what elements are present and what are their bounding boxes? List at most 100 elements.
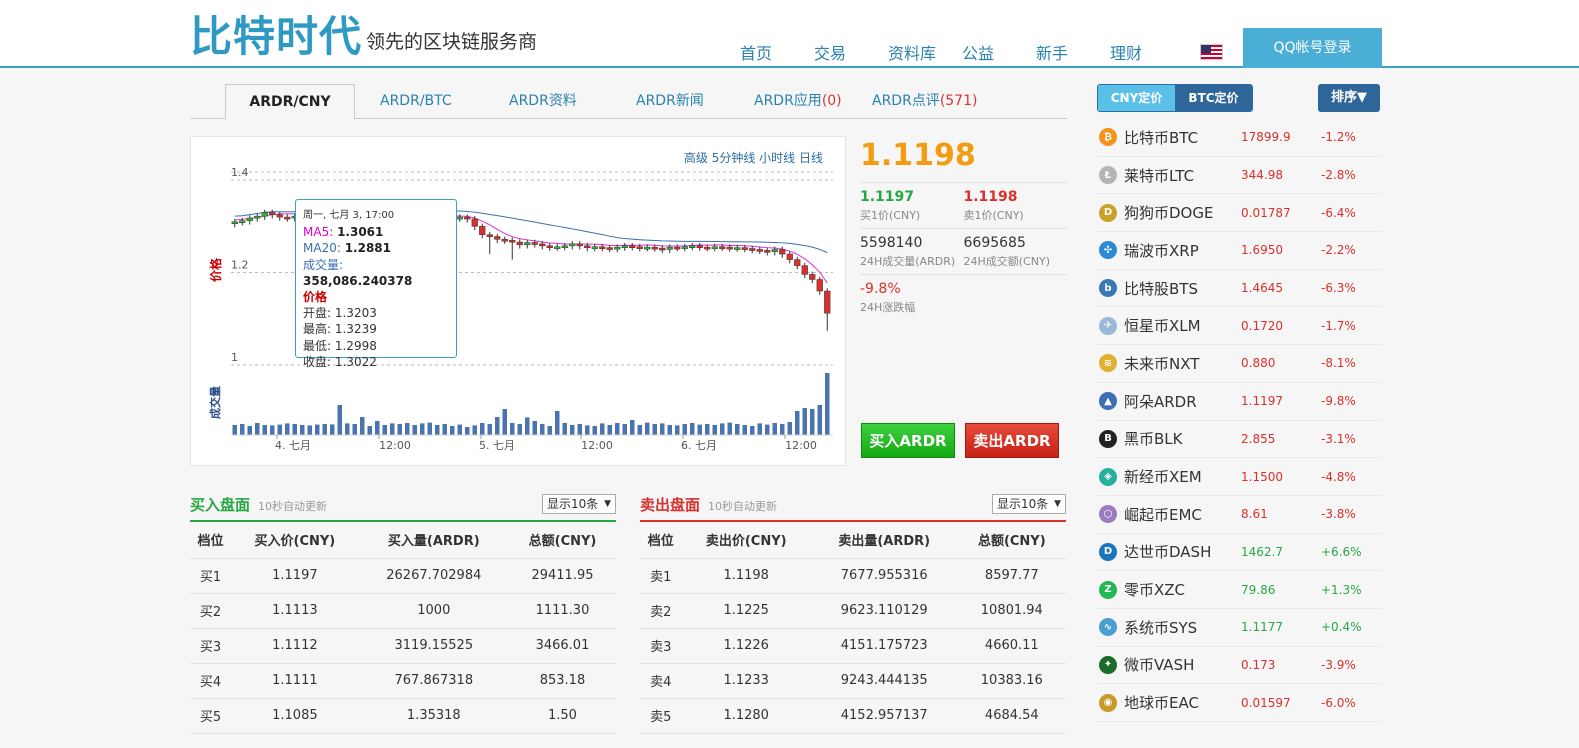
coin-row[interactable]: ₿ 比特币BTC 17899.9 -1.2%: [1097, 119, 1382, 157]
logo-main: 比特时代: [190, 12, 363, 61]
coin-row[interactable]: D 狗狗币DOGE 0.01787 -6.4%: [1097, 194, 1382, 233]
candle: [591, 246, 598, 249]
buy-book-title: 买入盘面: [190, 496, 251, 514]
blackcoin-icon: B: [1099, 429, 1117, 448]
bid-label: 买1价(CNY): [860, 209, 921, 222]
buy-ardr-button[interactable]: 买入ARDR: [861, 423, 955, 458]
volume-bar: [390, 423, 395, 435]
sell-book-rows-select[interactable]: 显示10条: [992, 494, 1066, 514]
sell-ardr-button[interactable]: 卖出ARDR: [965, 423, 1059, 458]
tab-count: (571): [939, 93, 978, 109]
candle: [704, 246, 711, 250]
coin-row[interactable]: ✣ 瑞波币XRP 1.6950 -2.2%: [1097, 232, 1382, 270]
volume-bar: [720, 423, 725, 435]
table-row[interactable]: 买3 1.1112 3119.15525 3466.01: [190, 628, 616, 664]
table-row[interactable]: 买1 1.1197 26267.702984 29411.95: [190, 558, 616, 594]
table-row[interactable]: 买5 1.1085 1.35318 1.50: [190, 698, 616, 734]
table-row[interactable]: 卖2 1.1225 9623.110129 10801.94: [640, 593, 1066, 629]
volume-bar: [742, 425, 747, 435]
volume-bar: [757, 423, 762, 435]
row-price: 1.1112: [231, 628, 359, 664]
volume-bar: [375, 421, 380, 435]
tab-ardr-cny[interactable]: ARDR/CNY: [225, 84, 355, 120]
volume-bar: [472, 425, 477, 435]
tab-ardr-news[interactable]: ARDR新闻: [636, 84, 704, 120]
coin-price: 0.01597: [1241, 695, 1291, 710]
volume-bar: [540, 424, 545, 435]
table-row[interactable]: 买4 1.1111 767.867318 853.18: [190, 663, 616, 699]
coin-price: 0.01787: [1241, 205, 1291, 220]
coin-row[interactable]: ∿ 系统币SYS 1.1177 +0.4%: [1097, 609, 1382, 647]
volume-bar: [307, 425, 312, 435]
coin-row[interactable]: ⬡ 崛起币EMC 8.61 -3.8%: [1097, 496, 1382, 534]
coin-row[interactable]: ◉ 地球币EAC 0.01597 -6.0%: [1097, 684, 1382, 722]
nav-trade[interactable]: 交易: [814, 40, 888, 64]
coin-change: +1.3%: [1321, 582, 1362, 597]
nav-home[interactable]: 首页: [740, 40, 814, 64]
nav-library[interactable]: 资料库: [888, 40, 962, 64]
volume-24h: 5598140: [860, 235, 923, 251]
coin-row[interactable]: ✈ 恒星币XLM 0.1720 -1.7%: [1097, 307, 1382, 346]
table-row[interactable]: 卖4 1.1233 9243.444135 10383.16: [640, 663, 1066, 699]
ask-price: 1.1198: [963, 189, 1018, 205]
coin-row[interactable]: Z 零币XZC 79.86 +1.3%: [1097, 571, 1382, 609]
coin-name: 达世币DASH: [1124, 543, 1212, 562]
candlestick-chart[interactable]: 1 1.2 1.4 价格成交量 4. 七月 12:00 5. 七月 12:00 6. 七月 12:…: [191, 137, 847, 467]
coin-change: -3.1%: [1321, 431, 1356, 446]
table-row[interactable]: 卖5 1.1280 4152.957137 4684.54: [640, 698, 1066, 734]
us-flag-icon[interactable]: [1200, 44, 1223, 60]
volume-bar: [810, 409, 815, 435]
coin-change: -3.9%: [1321, 657, 1356, 672]
candle: [644, 246, 651, 250]
tooltip-volume-label: 成交量:: [303, 257, 344, 272]
sort-button[interactable]: 排序▼: [1318, 84, 1380, 112]
change-24h: -9.8%: [860, 281, 901, 297]
toggle-cny[interactable]: CNY定价: [1098, 85, 1175, 111]
volume-bar: [367, 426, 372, 435]
toggle-btc[interactable]: BTC定价: [1175, 85, 1252, 111]
tab-ardr-btc[interactable]: ARDR/BTC: [380, 84, 452, 120]
volume-24h-label: 24H成交量(ARDR): [860, 255, 956, 268]
volume-bar: [555, 411, 560, 435]
coin-name: 莱特币LTC: [1124, 166, 1195, 185]
coin-name: 微币VASH: [1124, 656, 1195, 675]
price-unit-toggle: CNY定价 BTC定价: [1097, 84, 1253, 112]
row-price: 1.1233: [681, 663, 811, 699]
coin-price: 0.173: [1241, 657, 1276, 672]
table-row[interactable]: 卖1 1.1198 7677.955316 8597.77: [640, 558, 1066, 594]
nav-finance[interactable]: 理财: [1110, 40, 1184, 64]
sell-book-note: 10秒自动更新: [708, 500, 777, 513]
tab-ardr-reviews[interactable]: ARDR点评(571): [872, 84, 977, 120]
tab-ardr-info[interactable]: ARDR资料: [509, 84, 577, 120]
coin-price: 1.1197: [1241, 394, 1283, 409]
chart-mode-links[interactable]: 高级 5分钟线 小时线 日线: [684, 149, 823, 166]
table-row[interactable]: 买2 1.1113 1000 1111.30: [190, 593, 616, 629]
coin-row[interactable]: ≋ 未来币NXT 0.880 -8.1%: [1097, 345, 1382, 383]
nav-charity[interactable]: 公益: [962, 40, 1036, 64]
coin-row[interactable]: ◈ 新经币XEM 1.1500 -4.8%: [1097, 458, 1382, 496]
candle: [749, 248, 756, 251]
x-tick-label: 12:00: [581, 439, 613, 452]
coin-row[interactable]: ▲ 阿朵ARDR 1.1197 -9.8%: [1097, 383, 1382, 421]
tab-ardr-apps[interactable]: ARDR应用(0): [754, 84, 842, 120]
table-row[interactable]: 卖3 1.1226 4151.175723 4660.11: [640, 628, 1066, 664]
volume-bar: [330, 424, 335, 435]
coin-row[interactable]: Ł 莱特币LTC 344.98 -2.8%: [1097, 157, 1382, 195]
buy-book-rows-select[interactable]: 显示10条: [542, 494, 616, 514]
volume-bar: [547, 426, 552, 435]
tooltip-ma20-label: MA20:: [303, 241, 341, 256]
coin-row[interactable]: D 达世币DASH 1462.7 +6.6%: [1097, 534, 1382, 572]
qq-login-button[interactable]: QQ帐号登录: [1243, 28, 1382, 68]
price-chart[interactable]: 1 1.2 1.4 价格 成交量 4. 七月 12:00 5. 七月 12:00 6. 七月 12:…: [190, 136, 846, 466]
coin-row[interactable]: b 比特股BTS 1.4645 -6.3%: [1097, 270, 1382, 308]
volume-bar: [487, 424, 492, 435]
volume-bar: [337, 405, 342, 435]
nav-newbie[interactable]: 新手: [1036, 40, 1110, 64]
coin-row[interactable]: B 黑币BLK 2.855 -3.1%: [1097, 421, 1382, 459]
vpncoin-icon: ✦: [1099, 655, 1117, 674]
candle: [621, 245, 628, 248]
site-logo[interactable]: 比特时代 领先的区块链服务商: [190, 14, 537, 60]
coin-row[interactable]: ✦ 微币VASH 0.173 -3.9%: [1097, 647, 1382, 685]
candle: [756, 249, 763, 252]
volume-bar: [292, 424, 297, 435]
